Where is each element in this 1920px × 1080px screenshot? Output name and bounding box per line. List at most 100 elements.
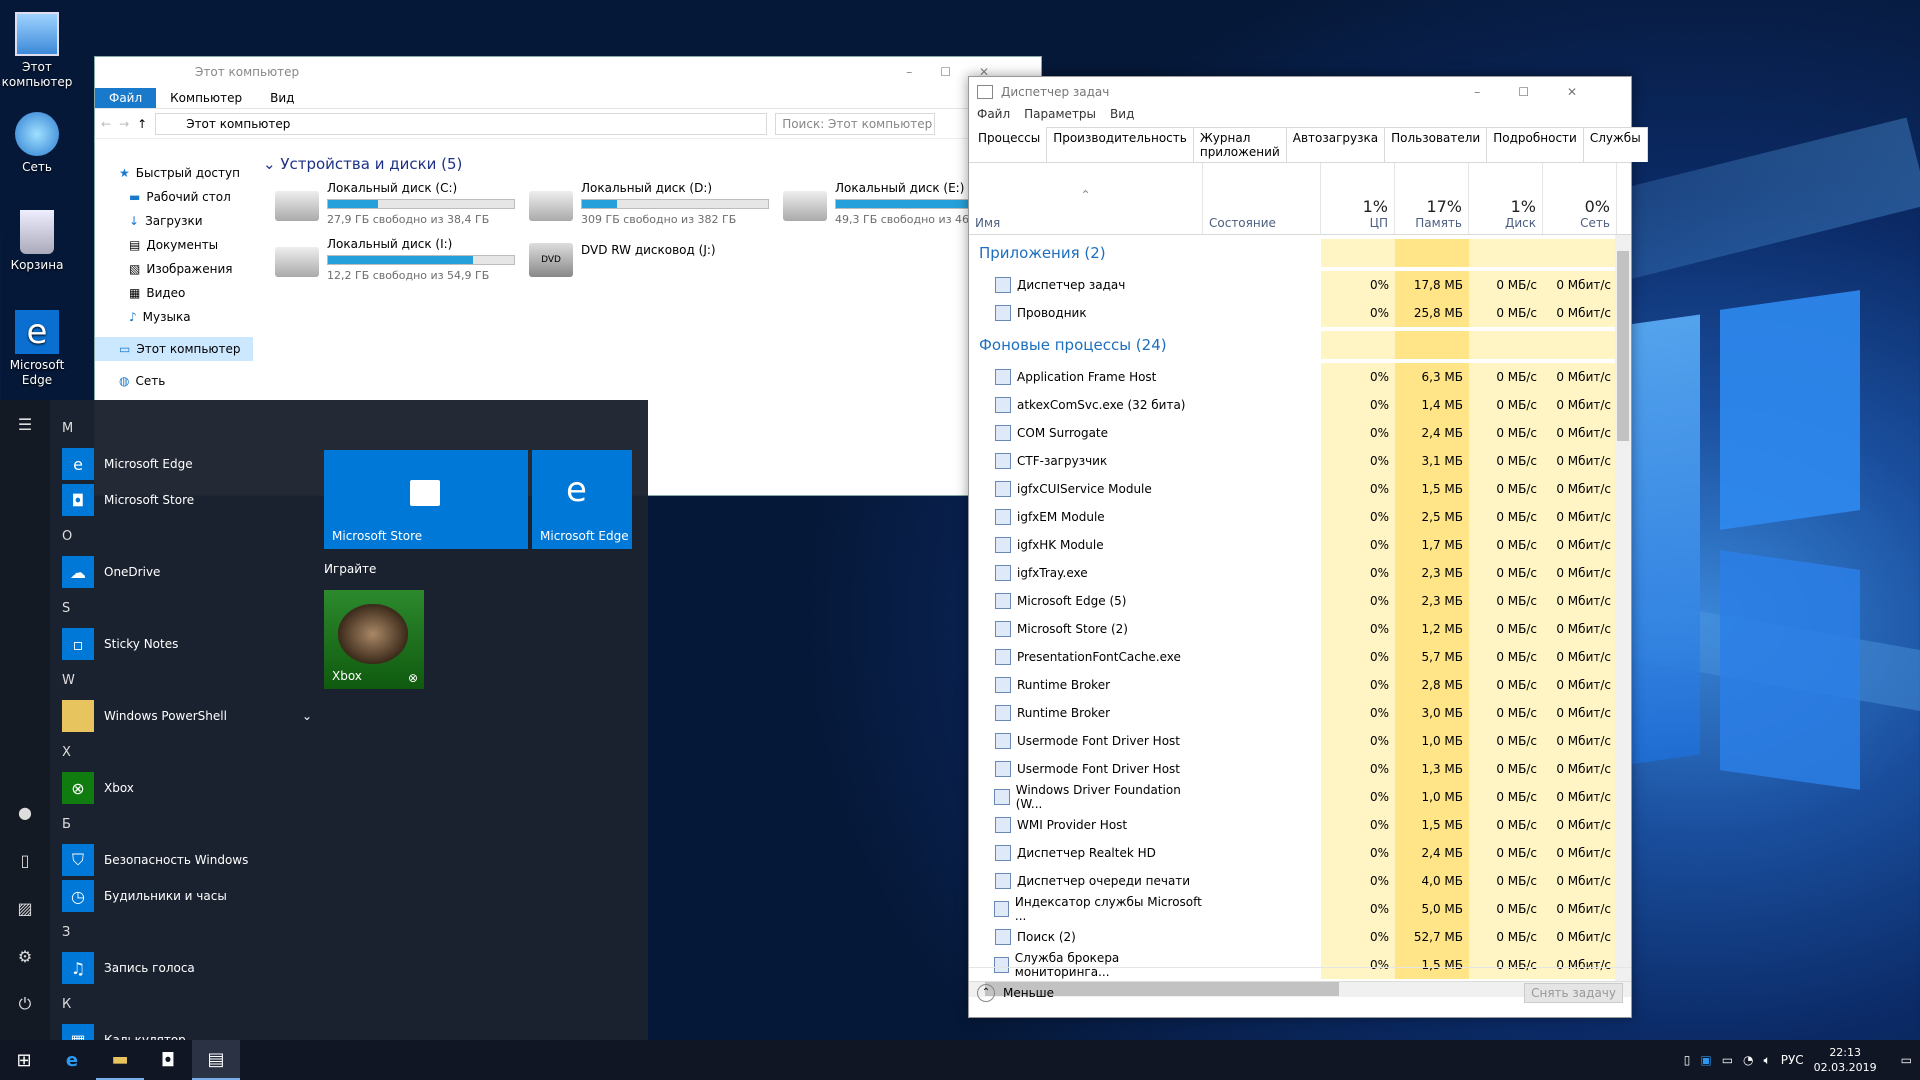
col-name[interactable]: ⌃ Имя [969,163,1203,234]
letter-header[interactable]: З [62,914,312,950]
nav-item-desktop[interactable]: ▬ Рабочий стол [95,185,253,209]
letter-header[interactable]: S [62,590,312,626]
nav-item-downloads[interactable]: ↓ Загрузки [95,209,253,233]
group-apps[interactable]: Приложения (2) [969,235,1631,271]
tile-store[interactable]: Microsoft Store [324,450,528,549]
tab-app-history[interactable]: Журнал приложений [1192,127,1287,162]
col-memory[interactable]: 17% Память [1395,163,1469,234]
end-task-button[interactable]: Снять задачу [1524,982,1623,1003]
process-row[interactable]: Диспетчер Realtek HD 0% 2,4 МБ 0 МБ/с 0 Мбит… [969,839,1631,867]
nav-item-quick-access[interactable]: ★ Быстрый доступ [95,161,253,185]
network-icon[interactable]: ▭ [1722,1053,1733,1067]
menu-file[interactable]: Файл [977,107,1010,121]
back-arrow-icon[interactable]: ← [101,117,111,131]
letter-header[interactable]: X [62,734,312,770]
tab-users[interactable]: Пользователи [1384,127,1488,162]
process-row[interactable]: COM Surrogate 0% 2,4 МБ 0 МБ/с 0 Мбит/с [969,419,1631,447]
tab-startup[interactable]: Автозагрузка [1285,127,1386,162]
col-cpu[interactable]: 1% ЦП [1321,163,1395,234]
process-row[interactable]: CTF-загрузчик 0% 3,1 МБ 0 МБ/с 0 Мбит/с [969,447,1631,475]
ribbon-tab-file[interactable]: Файл [95,87,157,108]
process-row[interactable]: Индексатор службы Microsoft ... 0% 5,0 МБ 0… [969,895,1631,923]
user-icon[interactable]: ● [0,788,50,836]
volume-icon[interactable]: 🔈︎ [1764,1053,1771,1068]
desktop-icon-recycle-bin[interactable]: Корзина [0,210,80,273]
nav-item-videos[interactable]: ▦ Видео [95,281,253,305]
tab-services[interactable]: Службы [1582,127,1648,162]
process-row[interactable]: Microsoft Store (2) 0% 1,2 МБ 0 МБ/с 0 Мбит/… [969,615,1631,643]
process-row[interactable]: atkexComSvc.exe (32 бита) 0% 1,4 МБ 0 МБ/с 0… [969,391,1631,419]
vertical-scrollbar[interactable] [1615,235,1631,981]
menu-options[interactable]: Параметры [1024,107,1096,121]
hamburger-icon[interactable]: ☰ [0,400,50,448]
wifi-icon[interactable]: ◔ [1743,1053,1753,1067]
windows-start-icon[interactable]: ⊞ [0,1040,48,1080]
app-powershell-folder[interactable]: Windows PowerShell ⌄ [62,698,312,734]
desktop-icon-this-pc[interactable]: Этот компьютер [0,12,80,90]
menu-view[interactable]: Вид [1110,107,1134,121]
task-manager-icon[interactable]: ▤ [192,1040,240,1080]
process-row[interactable]: igfxCUIService Module 0% 1,5 МБ 0 МБ/с 0 Мби… [969,475,1631,503]
tray-icon[interactable]: ▣ [1700,1053,1711,1067]
group-background[interactable]: Фоновые процессы (24) [969,327,1631,363]
app-sticky-notes[interactable]: ▫ Sticky Notes [62,626,312,662]
window-controls[interactable]: –☐✕ [1474,85,1615,99]
letter-header[interactable]: Б [62,806,312,842]
power-icon[interactable]: ⏻ [0,980,50,1028]
scrollbar-thumb[interactable] [1617,251,1629,441]
store-bag-icon[interactable]: ◘ [144,1040,192,1080]
documents-icon[interactable]: ▯ [0,836,50,884]
tab-details[interactable]: Подробности [1486,127,1584,162]
nav-item-this-pc[interactable]: ▭ Этот компьютер [95,337,253,361]
app-xbox[interactable]: ⊗ Xbox [62,770,312,806]
process-row[interactable]: Application Frame Host 0% 6,3 МБ 0 МБ/с 0 Мб… [969,363,1631,391]
nav-item-documents[interactable]: ▤ Документы [95,233,253,257]
tab-performance[interactable]: Производительность [1046,127,1194,162]
letter-header[interactable]: К [62,986,312,1022]
file-explorer-icon[interactable]: ▬ [96,1040,144,1080]
app-alarms[interactable]: ◷ Будильники и часы [62,878,312,914]
search-input[interactable]: Поиск: Этот компьютер [775,112,936,135]
ribbon-tab-view[interactable]: Вид [256,88,308,108]
process-row[interactable]: Microsoft Edge (5) 0% 2,3 МБ 0 МБ/с 0 Мбит/с [969,587,1631,615]
action-center-show-icon[interactable]: ▯ [1684,1053,1691,1067]
notification-icon[interactable]: ▭ [1901,1053,1912,1067]
address-bar[interactable]: Этот компьютер [155,112,768,135]
col-network[interactable]: 0% Сеть [1543,163,1617,234]
process-row[interactable]: Диспетчер задач 0% 17,8 МБ 0 МБ/с 0 Мбит/с [969,271,1631,299]
col-disk[interactable]: 1% Диск [1469,163,1543,234]
letter-header[interactable]: M [62,410,312,446]
settings-gear-icon[interactable]: ⚙ [0,932,50,980]
pictures-icon[interactable]: ▨ [0,884,50,932]
app-voice-recorder[interactable]: ♫ Запись голоса [62,950,312,986]
edge-icon[interactable]: e [48,1040,96,1080]
forward-arrow-icon[interactable]: → [119,117,129,131]
devices-section-header[interactable]: ⌄ Устройства и диски (5) [263,155,462,173]
clock[interactable]: 22:13 02.03.2019 [1814,1045,1877,1075]
tile-edge[interactable]: e Microsoft Edge [532,450,632,549]
process-row[interactable]: Диспетчер очереди печати 0% 4,0 МБ 0 МБ/с 0 … [969,867,1631,895]
process-row[interactable]: Usermode Font Driver Host 0% 1,0 МБ 0 МБ/с 0… [969,727,1631,755]
process-row[interactable]: Проводник 0% 25,8 МБ 0 МБ/с 0 Мбит/с [969,299,1631,327]
drive-j[interactable]: DVD DVD RW дисковод (J:) [529,243,716,277]
ribbon-tab-computer[interactable]: Компьютер [156,88,256,108]
letter-header[interactable]: O [62,518,312,554]
process-row[interactable]: igfxEM Module 0% 2,5 МБ 0 МБ/с 0 Мбит/с [969,503,1631,531]
collapse-chevron-icon[interactable]: ⌃ [977,983,995,1002]
fewer-details-link[interactable]: Меньше [1003,986,1054,1000]
drive-c[interactable]: Локальный диск (C:) 27,9 ГБ свободно из 3… [275,181,515,226]
up-arrow-icon[interactable]: ↑ [137,117,147,131]
language-indicator[interactable]: РУС [1781,1053,1804,1067]
process-row[interactable]: Usermode Font Driver Host 0% 1,3 МБ 0 МБ/с 0… [969,755,1631,783]
process-row[interactable]: PresentationFontCache.exe 0% 5,7 МБ 0 МБ/с 0… [969,643,1631,671]
tab-processes[interactable]: Процессы [971,127,1048,162]
app-windows-security[interactable]: ⛉ Безопасность Windows [62,842,312,878]
process-row[interactable]: igfxTray.exe 0% 2,3 МБ 0 МБ/с 0 Мбит/с [969,559,1631,587]
nav-item-music[interactable]: ♪ Музыка [95,305,253,329]
process-row[interactable]: Поиск (2) 0% 52,7 МБ 0 МБ/с 0 Мбит/с [969,923,1631,951]
process-row[interactable]: igfxHK Module 0% 1,7 МБ 0 МБ/с 0 Мбит/с [969,531,1631,559]
app-store[interactable]: ◘ Microsoft Store [62,482,312,518]
tile-group-title[interactable]: Играйте [324,562,376,576]
desktop-icon-network[interactable]: Сеть [0,112,80,175]
app-onedrive[interactable]: ☁ OneDrive [62,554,312,590]
